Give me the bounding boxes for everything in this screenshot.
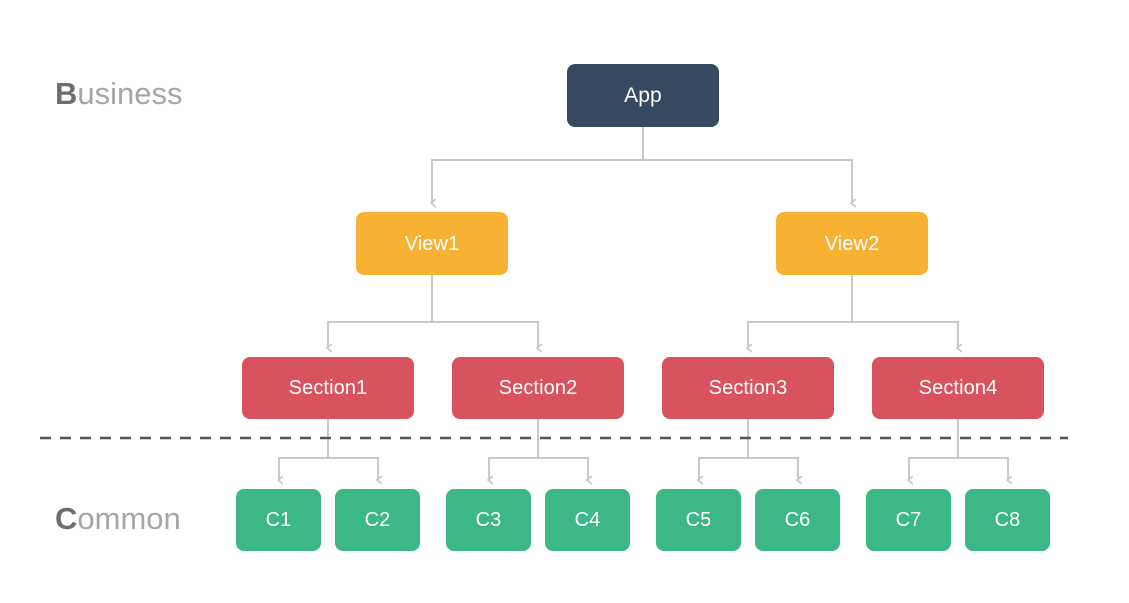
connector-section1-to-c2 xyxy=(327,419,378,480)
connector-section2-to-c4 xyxy=(537,419,588,480)
zone-label-business: Business xyxy=(55,78,183,109)
node-label: C1 xyxy=(265,509,292,531)
node-label: View1 xyxy=(404,232,460,255)
node-label: C5 xyxy=(685,509,712,531)
node-c4[interactable]: C4 xyxy=(545,489,630,551)
node-label: C6 xyxy=(784,509,811,531)
node-label: C4 xyxy=(574,509,601,531)
connector-section3-to-c5 xyxy=(699,419,749,480)
node-section3[interactable]: Section3 xyxy=(662,357,834,419)
zone-label-common: Common xyxy=(55,503,181,534)
node-c3[interactable]: C3 xyxy=(446,489,531,551)
connector-section2-to-c3 xyxy=(489,419,539,480)
node-section1[interactable]: Section1 xyxy=(242,357,414,419)
connector-section3-to-c6 xyxy=(747,419,798,480)
node-section4[interactable]: Section4 xyxy=(872,357,1044,419)
node-label: View2 xyxy=(824,232,880,255)
connector-app-to-view1 xyxy=(432,127,644,203)
node-label: Section3 xyxy=(708,377,788,399)
node-view2[interactable]: View2 xyxy=(776,212,928,275)
node-section2[interactable]: Section2 xyxy=(452,357,624,419)
connector-view2-to-section3 xyxy=(748,275,853,348)
connector-view2-to-section4 xyxy=(851,275,958,348)
node-c2[interactable]: C2 xyxy=(335,489,420,551)
node-label: C3 xyxy=(475,509,502,531)
connector-section4-to-c8 xyxy=(957,419,1008,480)
zone-label-text: ommon xyxy=(77,501,181,536)
node-c5[interactable]: C5 xyxy=(656,489,741,551)
zone-label-initial: C xyxy=(55,501,78,536)
node-label: Section4 xyxy=(918,377,998,399)
connector-section4-to-c7 xyxy=(909,419,959,480)
connector-view1-to-section2 xyxy=(431,275,538,348)
connector-app-to-view2 xyxy=(642,127,852,203)
node-c7[interactable]: C7 xyxy=(866,489,951,551)
node-label: Section1 xyxy=(288,377,368,399)
connector-section1-to-c1 xyxy=(279,419,329,480)
node-label: Section2 xyxy=(498,377,578,399)
node-view1[interactable]: View1 xyxy=(356,212,508,275)
connector-view1-to-section1 xyxy=(328,275,433,348)
node-c1[interactable]: C1 xyxy=(236,489,321,551)
node-label: C2 xyxy=(364,509,391,531)
connector-paths xyxy=(279,127,1008,480)
node-c8[interactable]: C8 xyxy=(965,489,1050,551)
diagram-canvas: Business Common App View1 View2 Section1 Sect… xyxy=(0,0,1129,603)
zone-label-text: usiness xyxy=(77,76,183,111)
zone-label-initial: B xyxy=(55,76,78,111)
node-app[interactable]: App xyxy=(567,64,719,127)
node-label: C7 xyxy=(895,509,922,531)
node-label: C8 xyxy=(994,509,1021,531)
node-c6[interactable]: C6 xyxy=(755,489,840,551)
node-label: App xyxy=(624,84,662,107)
